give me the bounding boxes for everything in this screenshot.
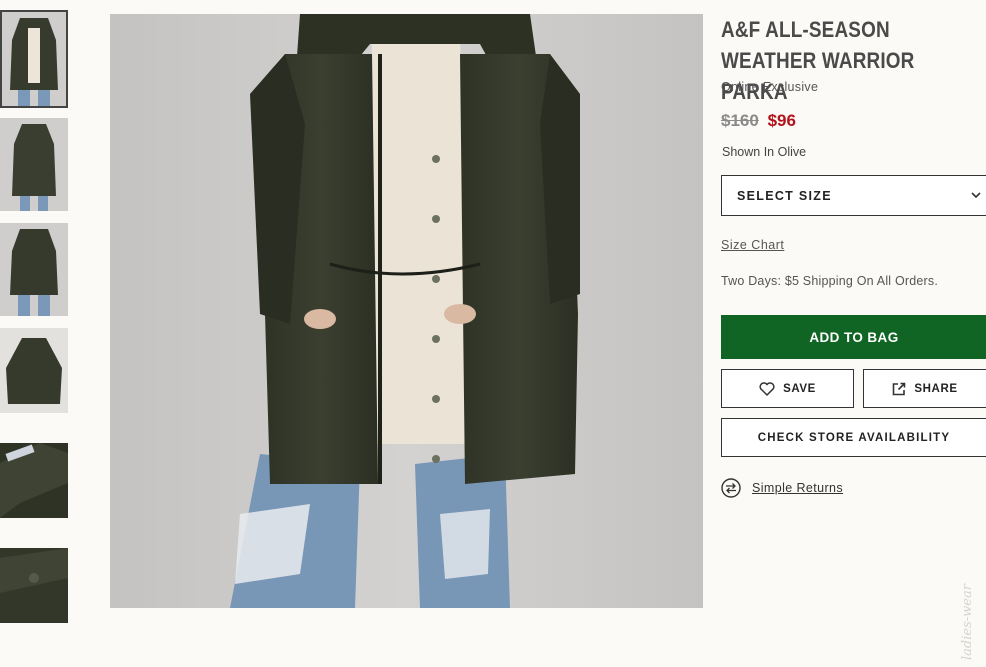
thumbnail-front[interactable] <box>0 10 68 108</box>
thumbnail-flat[interactable] <box>0 328 68 413</box>
thumbnail-front-open[interactable] <box>0 223 68 316</box>
returns-icon <box>721 478 741 498</box>
original-price: $160 <box>721 111 759 130</box>
select-size-label: SELECT SIZE <box>737 188 832 203</box>
thumbnail-detail-pocket[interactable] <box>0 548 68 623</box>
share-label: SHARE <box>914 382 958 395</box>
main-product-image <box>110 14 703 608</box>
share-button[interactable]: SHARE <box>863 369 986 408</box>
size-chart-link[interactable]: Size Chart <box>721 238 784 252</box>
share-icon <box>893 382 906 395</box>
save-button[interactable]: SAVE <box>721 369 854 408</box>
simple-returns-link: Simple Returns <box>752 481 844 495</box>
shipping-info: Two Days: $5 Shipping On All Orders. <box>721 274 939 288</box>
heart-icon <box>759 381 775 396</box>
color-label: Shown In Olive <box>722 145 807 159</box>
online-exclusive-label: Online Exclusive <box>721 80 819 94</box>
thumbnail-detail-collar[interactable] <box>0 443 68 518</box>
simple-returns[interactable]: Simple Returns <box>721 478 843 498</box>
select-size-dropdown[interactable]: SELECT SIZE <box>721 175 986 216</box>
thumbnail-back[interactable] <box>0 118 68 211</box>
price: $160 $96 <box>721 111 796 131</box>
product-panel: A&F ALL-SEASON WEATHER WARRIOR PARKA Onl… <box>721 14 986 498</box>
watermark: ladies-wear <box>960 584 975 660</box>
check-store-availability-button[interactable]: CHECK STORE AVAILABILITY <box>721 418 986 457</box>
save-label: SAVE <box>783 382 816 395</box>
add-to-bag-button[interactable]: ADD TO BAG <box>721 315 986 359</box>
chevron-down-icon <box>971 192 981 199</box>
sale-price: $96 <box>767 111 796 130</box>
